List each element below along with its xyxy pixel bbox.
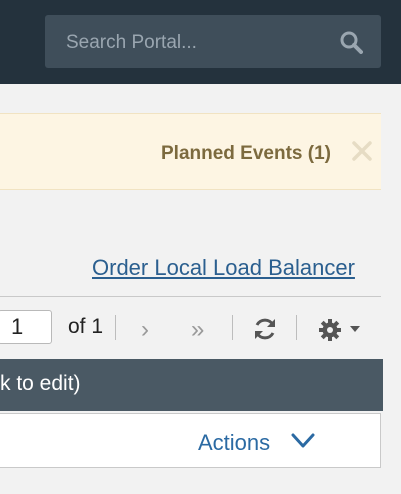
planned-events-text[interactable]: Planned Events (1) (161, 143, 331, 165)
separator (296, 315, 297, 340)
planned-events-alert: Planned Events (1) (0, 113, 381, 190)
search-input[interactable] (45, 15, 348, 70)
order-local-load-balancer-link[interactable]: Order Local Load Balancer (92, 255, 355, 281)
last-page-button[interactable]: » (191, 318, 204, 342)
table-header-text: k to edit) (0, 372, 81, 395)
separator (115, 315, 116, 340)
close-icon[interactable] (351, 140, 373, 162)
search-box (45, 15, 381, 70)
gear-icon[interactable] (318, 318, 342, 342)
table-row (0, 413, 381, 468)
actions-dropdown-label[interactable]: Actions (198, 430, 270, 456)
next-page-button[interactable]: › (141, 318, 149, 342)
separator (232, 315, 233, 340)
divider (0, 296, 381, 297)
top-navigation-bar (0, 0, 401, 84)
page-number-input[interactable] (0, 310, 52, 344)
page-count-label: of 1 (68, 315, 104, 338)
refresh-icon[interactable] (253, 316, 277, 342)
chevron-down-icon[interactable] (291, 433, 315, 449)
search-icon[interactable] (339, 30, 363, 54)
caret-down-icon[interactable] (349, 325, 361, 333)
